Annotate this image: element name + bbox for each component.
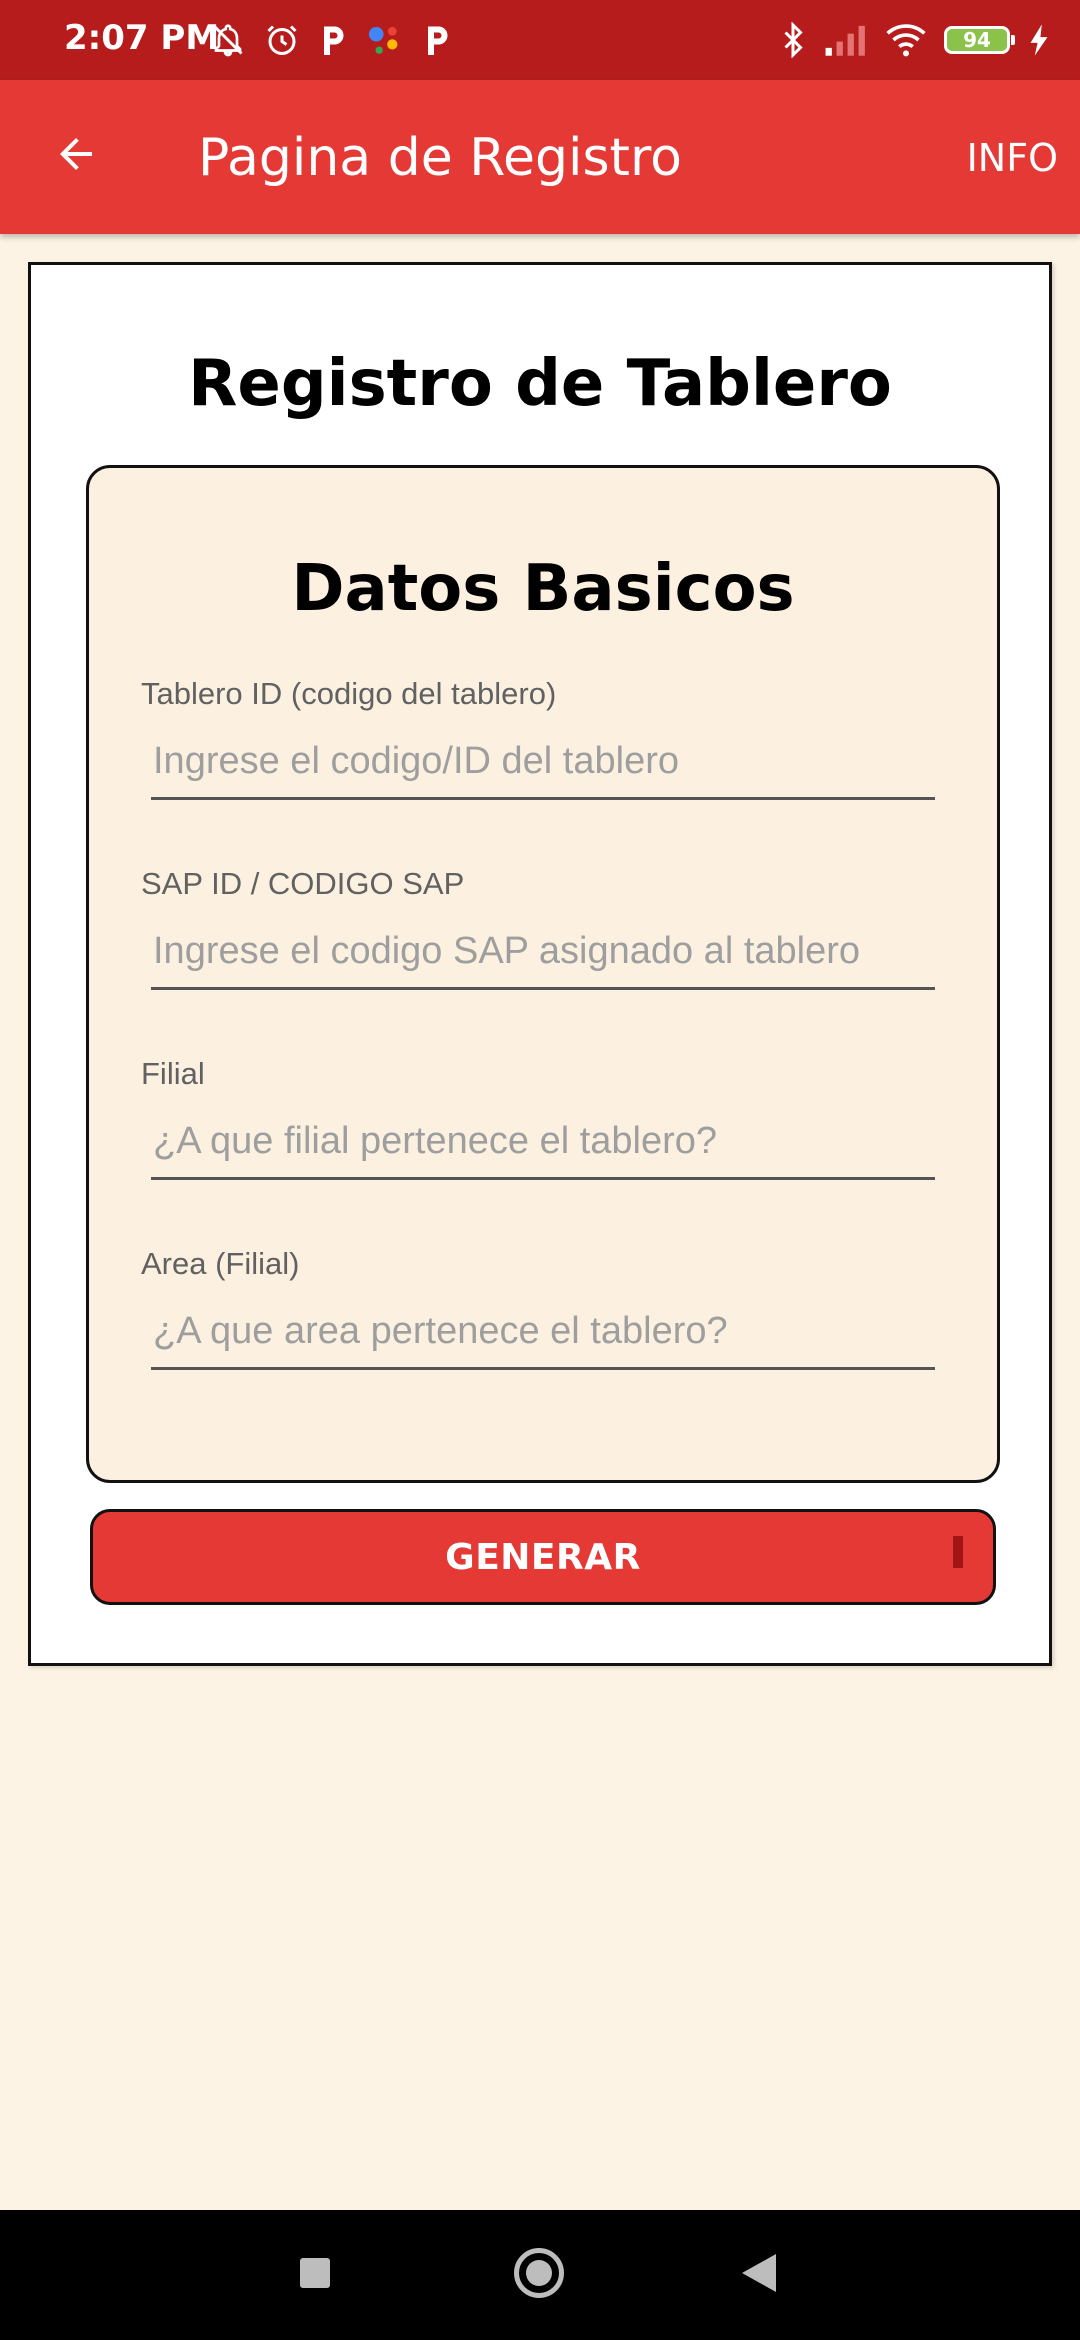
assistant-icon	[366, 22, 404, 58]
bluetooth-icon	[780, 22, 806, 58]
charging-icon	[1028, 23, 1050, 57]
wifi-icon	[886, 23, 926, 57]
form-heading: Registro de Tablero	[188, 347, 892, 421]
nav-back-button[interactable]	[742, 2254, 776, 2292]
tablero-id-label: Tablero ID (codigo del tablero)	[141, 676, 557, 711]
tablero-id-input[interactable]	[151, 736, 935, 800]
app-bar: Pagina de Registro INFO	[0, 80, 1080, 234]
back-button[interactable]	[44, 124, 108, 188]
p-app-icon	[318, 22, 348, 58]
p-app-icon	[422, 22, 452, 58]
home-button[interactable]	[514, 2248, 564, 2298]
status-icons-left	[210, 20, 452, 60]
filial-label: Filial	[141, 1056, 205, 1091]
status-time: 2:07 PM	[64, 18, 220, 58]
status-bar: 2:07 PM 94	[0, 0, 1080, 80]
recents-button[interactable]	[300, 2258, 330, 2288]
info-button[interactable]: INFO	[967, 136, 1058, 180]
button-marker	[953, 1536, 963, 1568]
alarm-icon	[264, 22, 300, 58]
generate-button-label: GENERAR	[445, 1536, 641, 1578]
section-title: Datos Basicos	[291, 552, 795, 626]
page-title: Pagina de Registro	[198, 128, 682, 188]
registration-card: Registro de Tablero Datos Basicos Tabler…	[28, 262, 1052, 1666]
generate-button[interactable]: GENERAR	[90, 1509, 996, 1605]
basic-data-card: Datos Basicos Tablero ID (codigo del tab…	[86, 465, 1000, 1483]
sap-id-label: SAP ID / CODIGO SAP	[141, 866, 465, 901]
navigation-bar	[0, 2210, 1080, 2340]
signal-icon	[824, 24, 868, 56]
arrow-back-icon	[52, 130, 100, 183]
area-label: Area (Filial)	[141, 1246, 300, 1281]
notifications-off-icon	[210, 22, 246, 58]
area-input[interactable]	[151, 1306, 935, 1370]
status-icons-right: 94	[780, 20, 1050, 60]
filial-input[interactable]	[151, 1116, 935, 1180]
sap-id-input[interactable]	[151, 926, 935, 990]
battery-icon: 94	[944, 26, 1015, 54]
